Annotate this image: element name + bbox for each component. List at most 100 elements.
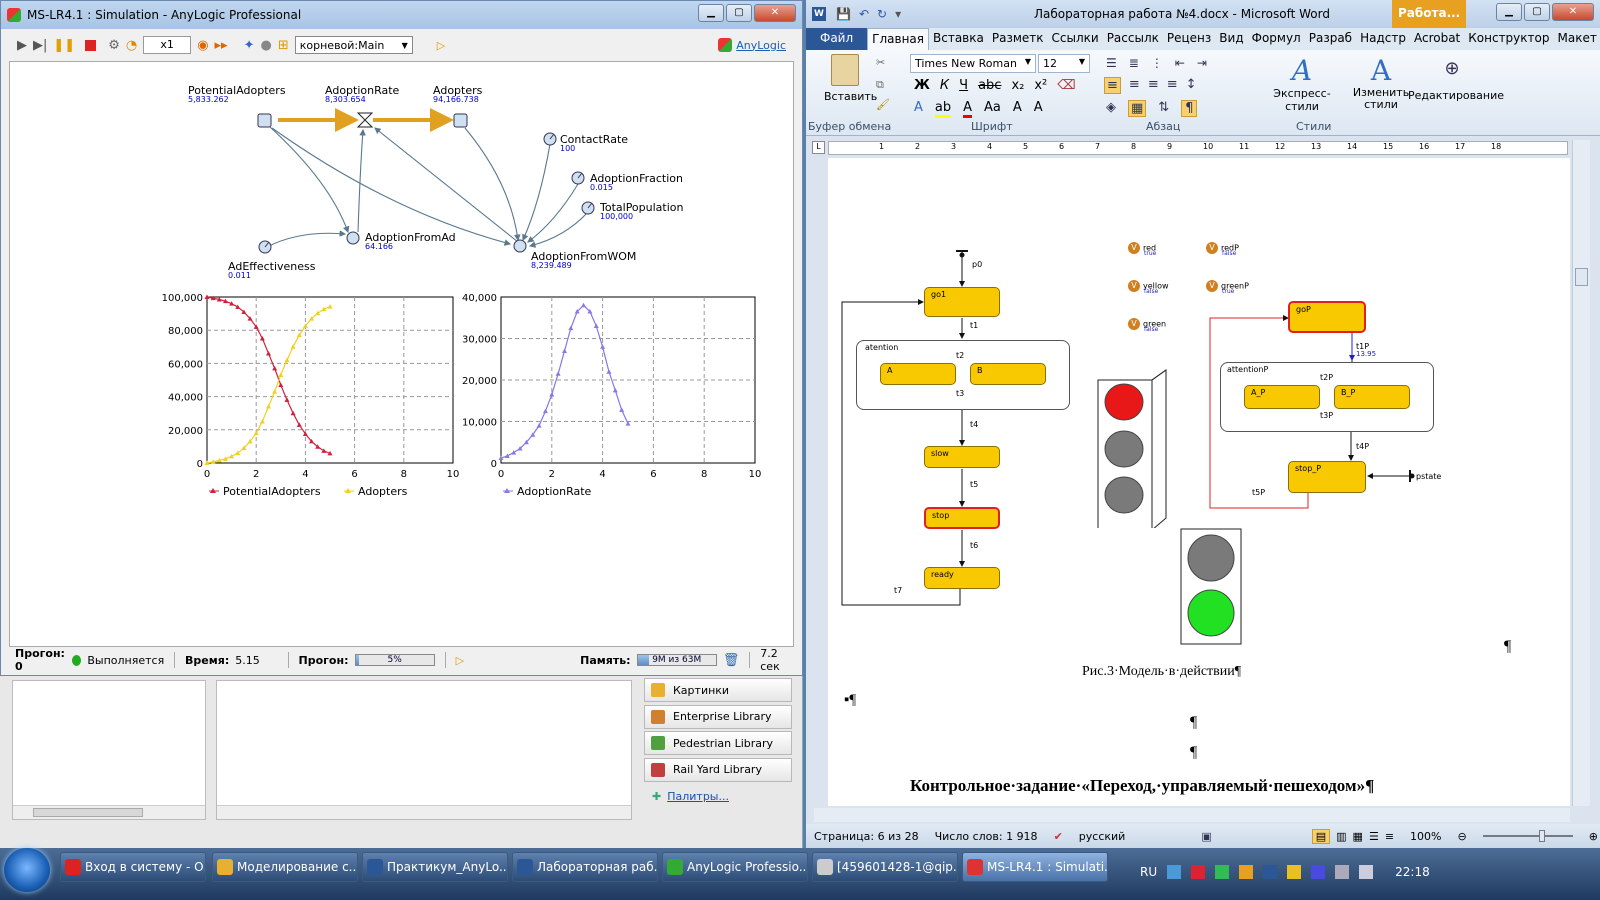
- pause-icon[interactable]: ❚❚: [53, 38, 75, 53]
- line-spacing-icon[interactable]: ↕: [1186, 77, 1197, 94]
- ribbon-tab[interactable]: Надстр: [1356, 28, 1410, 50]
- state-B[interactable]: B: [970, 363, 1046, 385]
- undo-icon[interactable]: ↶: [859, 7, 869, 21]
- clear-format-icon[interactable]: ⌫: [1057, 78, 1075, 93]
- statechart-variable[interactable]: Vyellow false: [1128, 280, 1169, 295]
- ribbon-tab[interactable]: Реценз: [1163, 28, 1215, 50]
- text-effects-icon[interactable]: A: [914, 100, 923, 118]
- redo-icon[interactable]: ↻: [877, 7, 887, 21]
- subscript-icon[interactable]: x₂: [1011, 78, 1024, 93]
- format-painter-icon[interactable]: 🖌: [876, 98, 890, 111]
- hscroll-thumb[interactable]: [33, 808, 143, 817]
- change-case-icon[interactable]: Aa: [984, 100, 1001, 118]
- clock-icon[interactable]: ◔: [126, 38, 137, 53]
- state-A[interactable]: A: [880, 363, 956, 385]
- font-name-select[interactable]: Times New Roman ▼: [910, 54, 1036, 73]
- node-adeff[interactable]: AdEffectiveness 0.011: [228, 260, 316, 280]
- zoom-in-icon[interactable]: ⊕: [1589, 830, 1598, 843]
- state-stop_P[interactable]: stop_P: [1288, 461, 1366, 493]
- numbering-icon[interactable]: ≣: [1129, 56, 1139, 70]
- speed-field[interactable]: x1: [143, 36, 192, 54]
- align-right-icon[interactable]: ≡: [1148, 77, 1159, 94]
- tray-icon-6[interactable]: [1287, 865, 1302, 879]
- express-styles-button[interactable]: A Экспресс-стили: [1258, 54, 1346, 113]
- highlight-icon[interactable]: ab: [934, 100, 952, 118]
- ribbon-tab[interactable]: Макет: [1553, 28, 1600, 50]
- anylogic-logo[interactable]: AnyLogic: [718, 38, 786, 52]
- taskbar-item[interactable]: [459601428-1@qip....: [812, 852, 958, 882]
- outdent-icon[interactable]: ⇤: [1175, 56, 1185, 70]
- node-contact[interactable]: ContactRate 100: [560, 133, 628, 153]
- tray-icon-3[interactable]: [1215, 865, 1230, 879]
- state-B_P[interactable]: B_P: [1334, 385, 1410, 409]
- view-outline-icon[interactable]: ☰: [1369, 830, 1379, 843]
- run-icon[interactable]: ▶: [17, 38, 27, 53]
- show-marks-icon[interactable]: ¶: [1181, 100, 1198, 117]
- tray-icon-7[interactable]: [1311, 865, 1326, 879]
- bold-icon[interactable]: Ж: [914, 78, 930, 93]
- align-center-icon[interactable]: ≡: [1129, 77, 1140, 94]
- clock[interactable]: 22:18: [1395, 865, 1430, 879]
- forward-icon-small[interactable]: ▷: [456, 654, 464, 667]
- ribbon-tab[interactable]: Конструктор: [1464, 28, 1553, 50]
- ribbon-tab[interactable]: Формул: [1248, 28, 1305, 50]
- word-close-button[interactable]: ✕: [1552, 3, 1594, 21]
- editing-button[interactable]: ⊕ Редактирование: [1408, 54, 1504, 102]
- bullets-icon[interactable]: ☰: [1106, 56, 1117, 70]
- camera-icon[interactable]: ●: [261, 38, 272, 53]
- proofing-icon[interactable]: ✔: [1054, 830, 1063, 843]
- cut-icon[interactable]: ✂: [876, 56, 885, 69]
- root-select[interactable]: корневой:Main ▼: [294, 36, 413, 54]
- node-rate[interactable]: AdoptionRate 8,303.654: [325, 84, 399, 104]
- word-titlebar[interactable]: W 💾 ↶ ↻ ▾ Лабораторная работа №4.docx - …: [806, 0, 1600, 28]
- network-icon[interactable]: [1335, 865, 1350, 879]
- save-icon[interactable]: 💾: [836, 7, 851, 21]
- align-left-icon[interactable]: ≡: [1104, 77, 1121, 94]
- shading-icon[interactable]: ◈: [1106, 100, 1116, 117]
- taskbar-item[interactable]: Лабораторная раб...: [512, 852, 658, 882]
- superscript-icon[interactable]: x²: [1034, 78, 1047, 93]
- macro-icon[interactable]: ▣: [1201, 830, 1211, 843]
- multilevel-icon[interactable]: ⋮: [1151, 56, 1163, 70]
- horizontal-scrollbar[interactable]: [814, 808, 1570, 822]
- zoom-slider[interactable]: [1482, 830, 1573, 842]
- step-icon[interactable]: ▶|: [33, 38, 47, 53]
- trash-icon[interactable]: 🗑: [723, 653, 740, 668]
- volume-icon[interactable]: [1359, 865, 1374, 879]
- vertical-scrollbar[interactable]: [1572, 140, 1590, 806]
- anylogic-titlebar[interactable]: MS-LR4.1 : Simulation - AnyLogic Profess…: [1, 1, 802, 29]
- ribbon-tab[interactable]: Рассылк: [1103, 28, 1163, 50]
- zoom-out-icon[interactable]: ⊖: [1457, 830, 1466, 843]
- node-adopters[interactable]: Adopters 94,166.738: [433, 84, 482, 104]
- tree-icon[interactable]: ⊞: [278, 38, 289, 53]
- tray-icon-1[interactable]: [1167, 865, 1182, 879]
- forward-icon[interactable]: ▷: [437, 39, 445, 52]
- copy-icon[interactable]: ⧉: [876, 78, 884, 92]
- statechart-variable[interactable]: VredP false: [1206, 242, 1239, 257]
- palette-item[interactable]: Pedestrian Library: [644, 731, 792, 755]
- ribbon-tab[interactable]: Acrobat: [1410, 28, 1464, 50]
- node-fromwom[interactable]: AdoptionFromWOM 8,239.489: [531, 250, 636, 270]
- strike-icon[interactable]: abc: [978, 78, 1001, 93]
- view-print-icon[interactable]: ▤: [1311, 828, 1331, 844]
- statechart-variable[interactable]: Vred true: [1128, 242, 1156, 257]
- run-fast-icon[interactable]: ▸▸: [215, 38, 228, 53]
- state-ready[interactable]: ready: [924, 567, 1000, 589]
- qat-more-icon[interactable]: ▾: [895, 7, 901, 21]
- taskbar-item[interactable]: AnyLogic Professio...: [662, 852, 808, 882]
- taskbar-item[interactable]: Вход в систему - О...: [60, 852, 206, 882]
- tab-selector[interactable]: L: [812, 141, 825, 154]
- tray-icon-2[interactable]: [1191, 865, 1206, 879]
- font-size-select[interactable]: 12 ▼: [1038, 54, 1090, 73]
- word-maximize-button[interactable]: ▢: [1524, 3, 1550, 21]
- ribbon-tab[interactable]: Ссылки: [1048, 28, 1103, 50]
- start-button[interactable]: [4, 848, 50, 892]
- scroll-thumb[interactable]: [1575, 268, 1588, 286]
- state-A_P[interactable]: A_P: [1244, 385, 1320, 409]
- close-button[interactable]: ✕: [754, 4, 796, 22]
- speed-up-icon[interactable]: ◉: [197, 38, 208, 53]
- paste-button[interactable]: Вставить: [824, 54, 877, 103]
- state-goP[interactable]: goP: [1288, 301, 1366, 333]
- change-styles-button[interactable]: A Изменить стили: [1350, 54, 1412, 111]
- view-draft-icon[interactable]: ≡: [1385, 830, 1394, 843]
